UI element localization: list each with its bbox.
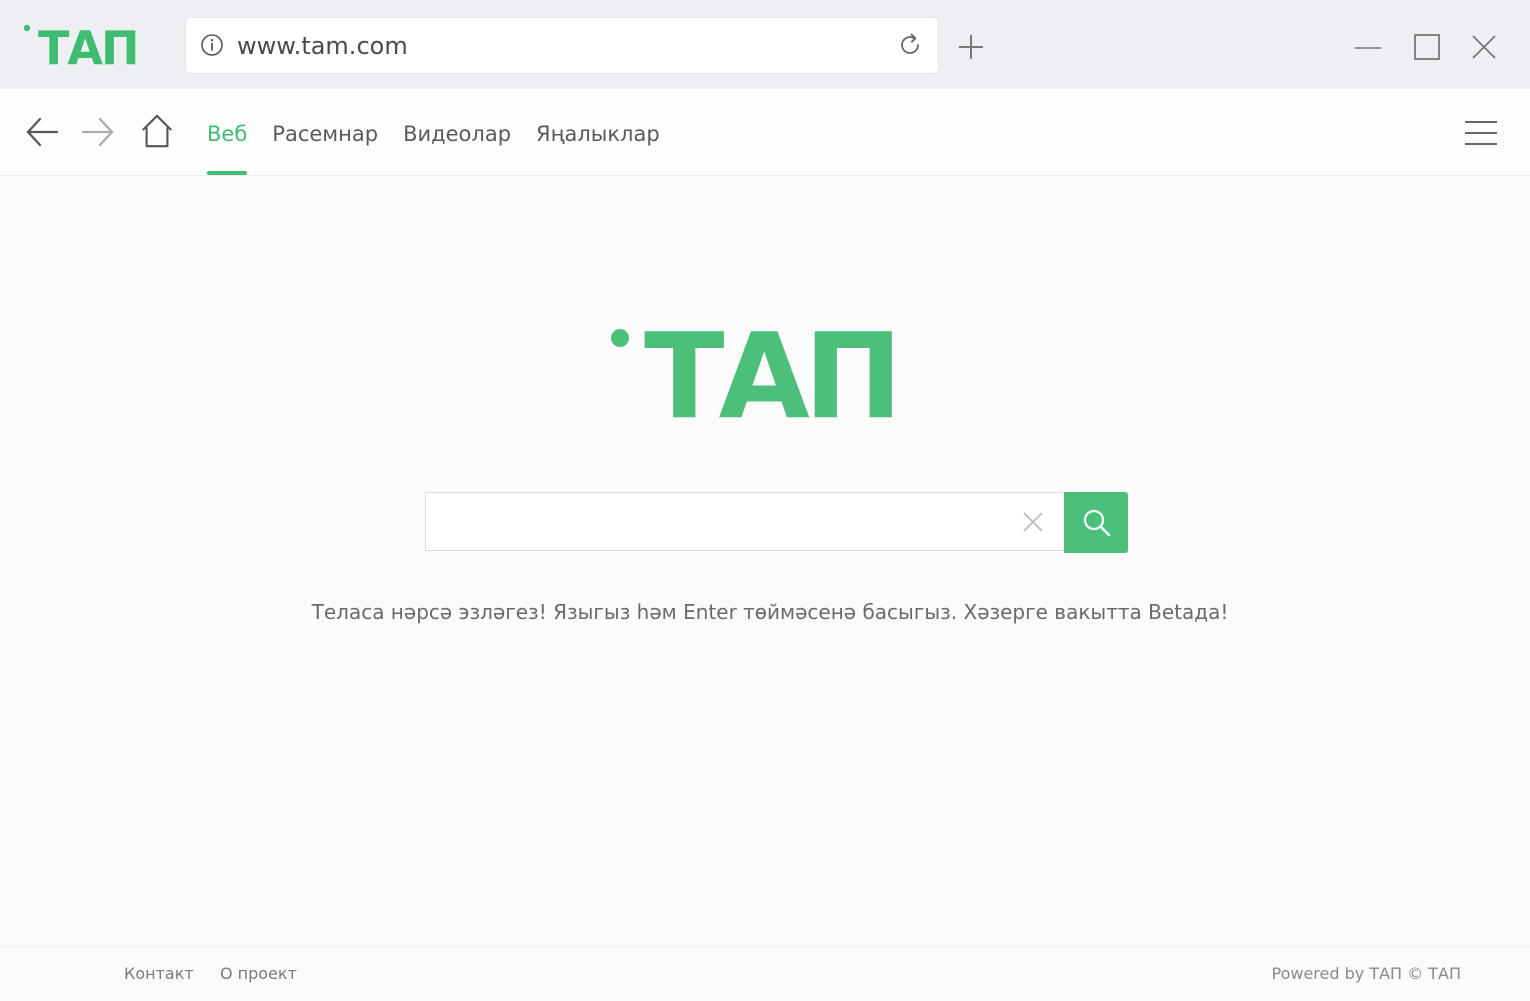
browser-window: ТАП www.tam.com Веб Расемнар Видеолар Яң… (0, 0, 1530, 1001)
footer: Контакт О проект Powered by ТАП © ТАП (0, 946, 1530, 1001)
search-input[interactable] (438, 501, 1012, 543)
search-hint-text: Теласа нәрсә эзләгез! Языгыз һәм Enter т… (311, 600, 1229, 624)
tab-videos[interactable]: Видеолар (403, 89, 511, 175)
tab-news[interactable]: Яңалыклар (536, 89, 660, 175)
plus-icon[interactable] (957, 33, 985, 61)
svg-text:ТАП: ТАП (644, 322, 897, 424)
hamburger-menu-icon[interactable] (1462, 117, 1500, 149)
powered-by-text: Powered by ТАП © ТАП (1271, 964, 1462, 983)
main-logo: ТАП (611, 322, 903, 424)
svg-text:ТАП: ТАП (38, 22, 137, 68)
magnifier-icon (1083, 509, 1111, 537)
x-icon[interactable] (1022, 511, 1044, 533)
reload-icon[interactable] (896, 31, 924, 59)
url-text[interactable]: www.tam.com (237, 31, 408, 61)
info-icon (201, 34, 223, 56)
navigation-bar: Веб Расемнар Видеолар Яңалыклар (0, 89, 1530, 176)
title-bar: ТАП www.tam.com (0, 0, 1530, 89)
close-icon[interactable] (1469, 32, 1499, 62)
tab-images[interactable]: Расемнар (272, 89, 378, 175)
maximize-icon[interactable] (1412, 32, 1442, 62)
arrow-right-icon[interactable] (80, 114, 116, 150)
arrow-left-icon[interactable] (24, 114, 60, 150)
app-logo: ТАП (23, 22, 139, 68)
tab-web[interactable]: Веб (207, 89, 248, 175)
contact-link[interactable]: Контакт (124, 963, 194, 985)
address-bar[interactable]: www.tam.com (186, 18, 938, 73)
search-category-tabs: Веб Расемнар Видеолар Яңалыклар (207, 89, 685, 175)
about-link[interactable]: О проект (220, 963, 297, 985)
minimize-icon[interactable] (1353, 32, 1383, 62)
home-icon[interactable] (139, 113, 175, 149)
search-box (425, 492, 1063, 551)
search-button[interactable] (1064, 492, 1128, 553)
